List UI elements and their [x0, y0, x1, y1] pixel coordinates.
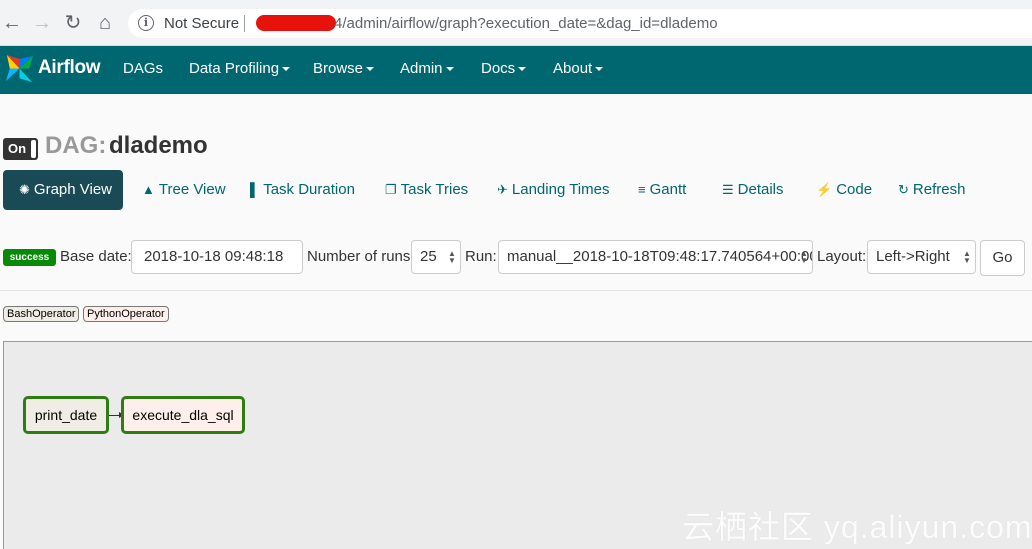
- tab-gantt[interactable]: ≡ Gantt: [638, 170, 686, 210]
- nav-docs-label: Docs: [481, 60, 516, 77]
- nav-dags-label: DAGs: [123, 60, 164, 77]
- tab-task-tries[interactable]: ❐ Task Tries: [385, 170, 468, 210]
- nav-browse-label: Browse: [313, 60, 364, 77]
- layout-select[interactable]: Left->Right ▲ ▼: [867, 240, 976, 274]
- toggle-knob: [31, 140, 36, 158]
- caret-down-icon: [282, 67, 291, 72]
- tab-label: Gantt: [649, 181, 687, 198]
- caret-down-icon: [518, 67, 527, 72]
- caret-down-icon: [595, 67, 604, 72]
- run-value: manual__2018-10-18T09:48:17.740564+00:00: [507, 248, 813, 265]
- tab-label: Tree View: [158, 181, 226, 198]
- tab-label: Code: [836, 181, 873, 198]
- nav-admin-label: Admin: [400, 60, 443, 77]
- tab-label: Details: [737, 181, 784, 198]
- select-arrows-icon: ▲ ▼: [800, 249, 808, 265]
- tree-icon: ▲: [142, 182, 155, 197]
- tab-label: Task Duration: [263, 181, 355, 198]
- run-label: Run:: [465, 248, 497, 265]
- back-icon[interactable]: ←: [0, 11, 24, 35]
- nav-docs[interactable]: Docs: [481, 60, 527, 77]
- caret-down-icon: [366, 67, 375, 72]
- toggle-label: On: [7, 141, 27, 156]
- run-select[interactable]: manual__2018-10-18T09:48:17.740564+00:00…: [498, 240, 813, 274]
- divider: [244, 15, 245, 32]
- nav-about-label: About: [553, 60, 593, 77]
- flash-icon: ⚡: [816, 182, 833, 197]
- nav-data-profiling[interactable]: Data Profiling: [189, 60, 291, 77]
- nav-about[interactable]: About: [553, 60, 604, 77]
- refresh-icon: ↻: [898, 182, 909, 197]
- dag-pause-toggle[interactable]: On: [3, 138, 38, 160]
- base-date-input[interactable]: 2018-10-18 09:48:18: [131, 240, 303, 274]
- tab-graph-view[interactable]: ✺ Graph View: [3, 170, 123, 210]
- base-date-label: Base date:: [60, 248, 132, 265]
- redaction-mark: [256, 15, 336, 31]
- plane-icon: ✈: [497, 182, 508, 197]
- tab-tree-view[interactable]: ▲ Tree View: [142, 170, 226, 210]
- security-status: Not Secure: [164, 15, 240, 32]
- task-node-execute-dla-sql[interactable]: execute_dla_sql: [121, 396, 245, 434]
- brand-name[interactable]: Airflow: [38, 57, 101, 79]
- home-icon[interactable]: ⌂: [93, 11, 117, 35]
- list-icon: ☰: [722, 182, 734, 197]
- top-navbar: Airflow DAGs Data Profiling Browse Admin…: [0, 46, 1032, 94]
- select-arrows-icon: ▲ ▼: [963, 249, 971, 265]
- select-arrows-icon: ▲ ▼: [448, 249, 456, 265]
- forward-icon[interactable]: →: [30, 11, 54, 35]
- tab-details[interactable]: ☰ Details: [722, 170, 784, 210]
- tab-label: Landing Times: [511, 181, 610, 198]
- status-badge: success: [3, 249, 56, 266]
- tab-refresh[interactable]: ↻ Refresh: [898, 170, 965, 210]
- browser-toolbar: ← → ↻ ⌂ i Not Secure 4/admin/airflow/gra…: [0, 0, 1032, 46]
- tab-task-duration[interactable]: ▌ Task Duration: [250, 170, 355, 210]
- dag-label: DAG:: [45, 132, 107, 159]
- bar-chart-icon: ▌: [250, 182, 260, 197]
- tab-code[interactable]: ⚡ Code: [816, 170, 872, 210]
- task-node-print-date[interactable]: print_date: [23, 396, 109, 434]
- info-icon[interactable]: i: [138, 15, 154, 31]
- tab-label: Graph View: [33, 181, 113, 198]
- num-runs-label: Number of runs:: [307, 248, 415, 265]
- tab-landing-times[interactable]: ✈ Landing Times: [497, 170, 609, 210]
- asterisk-icon: ✺: [19, 182, 30, 197]
- nav-dags[interactable]: DAGs: [123, 60, 163, 77]
- tab-label: Refresh: [912, 181, 966, 198]
- legend-python-operator: PythonOperator: [83, 306, 169, 322]
- nav-data-profiling-label: Data Profiling: [189, 60, 280, 77]
- nav-browse[interactable]: Browse: [313, 60, 375, 77]
- num-runs-value: 25: [420, 248, 437, 265]
- url-text[interactable]: 4/admin/airflow/graph?execution_date=&da…: [334, 15, 718, 32]
- legend-bash-operator: BashOperator: [3, 306, 80, 322]
- tab-label: Task Tries: [400, 181, 469, 198]
- reload-icon[interactable]: ↻: [61, 11, 85, 35]
- align-left-icon: ≡: [638, 182, 646, 197]
- layout-value: Left->Right: [876, 248, 950, 265]
- layout-label: Layout:: [817, 248, 867, 265]
- duplicate-icon: ❐: [385, 182, 397, 197]
- watermark: 云栖社区 yq.aliyun.com: [682, 509, 1032, 545]
- divider: [0, 290, 1032, 291]
- num-runs-select[interactable]: 25 ▲ ▼: [411, 240, 461, 274]
- dag-name: dlademo: [109, 132, 208, 159]
- address-bar[interactable]: i Not Secure 4/admin/airflow/graph?execu…: [128, 9, 1032, 38]
- nav-admin[interactable]: Admin: [400, 60, 454, 77]
- go-button[interactable]: Go: [980, 240, 1025, 276]
- caret-down-icon: [445, 67, 454, 72]
- airflow-logo-icon[interactable]: [4, 53, 35, 84]
